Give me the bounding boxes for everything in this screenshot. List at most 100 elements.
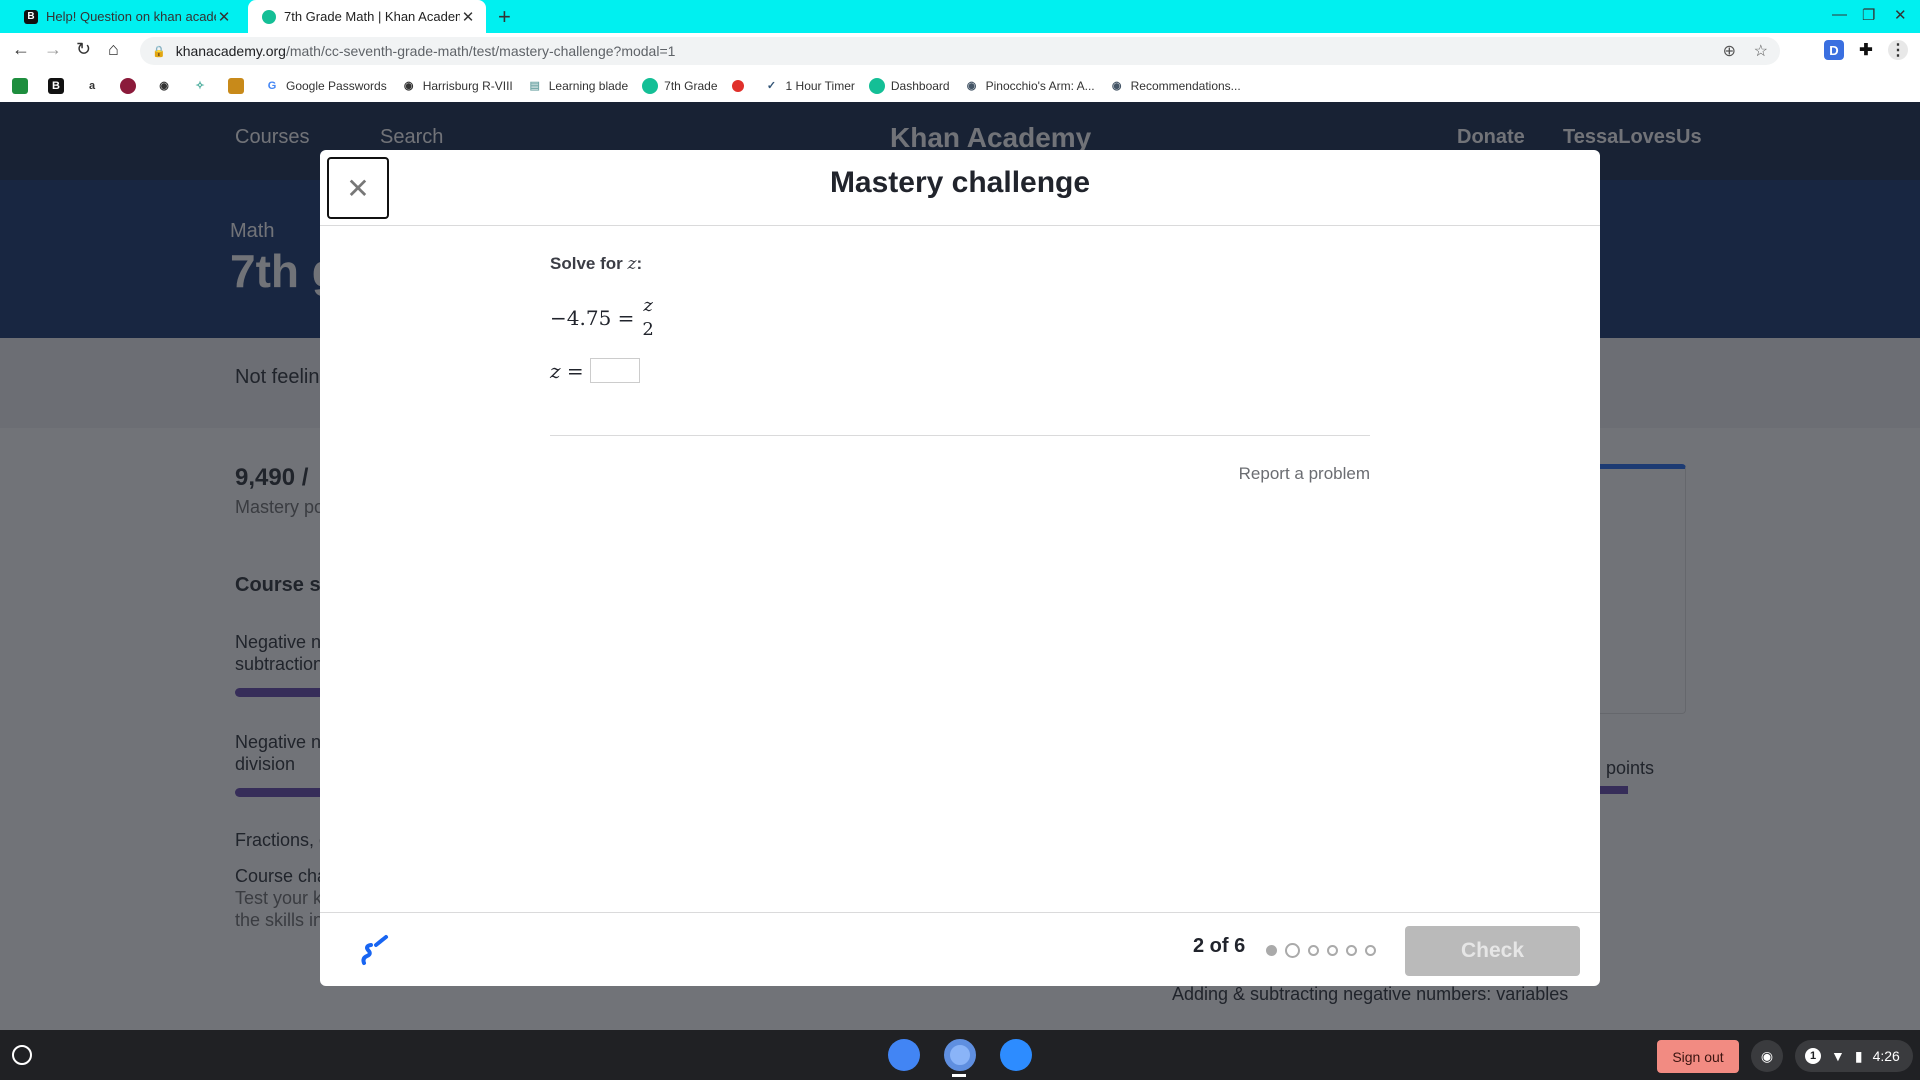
globe-icon: ◉ [159, 80, 169, 92]
paw-icon [228, 77, 244, 94]
bookmark-label: 7th Grade [664, 78, 718, 93]
os-taskbar: Sign out ◉ 1 ▼ ▮ 4:26 [0, 1030, 1920, 1080]
gallery-icon[interactable] [888, 1039, 920, 1071]
bookmark[interactable]: ◉ [156, 78, 178, 94]
bookmark-dashboard[interactable]: Dashboard [868, 77, 950, 94]
bookmark-timer[interactable]: ✓ 1 Hour Timer [764, 78, 855, 94]
bookmark[interactable] [731, 79, 750, 92]
scratchpad-button[interactable] [358, 933, 394, 974]
avatar-icon [120, 77, 136, 94]
progress-dot [1327, 945, 1338, 956]
zoom-icon[interactable]: ⊕ [1723, 41, 1736, 61]
status-tray[interactable]: 1 ▼ ▮ 4:26 [1795, 1040, 1913, 1072]
clock: 4:26 [1872, 1048, 1900, 1064]
brainly-icon: B [24, 9, 38, 24]
divider [550, 435, 1370, 436]
report-problem-link[interactable]: Report a problem [550, 464, 1370, 484]
minimize-icon[interactable]: — [1832, 6, 1847, 23]
bookmark-google-passwords[interactable]: G Google Passwords [264, 78, 387, 94]
answer-row: z = [550, 358, 1370, 383]
khan-academy-icon [642, 77, 659, 94]
bookmark-label: Learning blade [548, 78, 629, 93]
bookmark-pinocchio[interactable]: ◉ Pinocchio's Arm: A... [964, 78, 1095, 94]
close-tab-icon[interactable]: ✕ [216, 8, 232, 26]
url-host: khanacademy.org [175, 43, 286, 59]
answer-label: z = [550, 358, 584, 383]
khan-academy-icon [868, 77, 885, 94]
bookmark[interactable]: ✧ [192, 78, 214, 94]
prompt-text: Solve for [550, 254, 628, 273]
extension-d-icon[interactable]: D [1824, 40, 1844, 60]
modal-header: ✕ Mastery challenge [320, 150, 1600, 226]
amazon-icon: a [88, 79, 96, 92]
question-area: Solve for z: −4.75 = z 2 z = Report a pr… [550, 226, 1370, 484]
bookmark-recommendations[interactable]: ◉ Recommendations... [1109, 78, 1241, 94]
zoom-icon[interactable] [1000, 1039, 1032, 1071]
reload-icon[interactable]: ↻ [76, 39, 91, 60]
scratchpad-pencil-icon [361, 935, 388, 965]
close-tab-icon[interactable]: ✕ [460, 8, 476, 26]
notification-badge: 1 [1805, 1048, 1821, 1064]
chrome-icon[interactable] [944, 1039, 976, 1071]
fraction-numerator: z [643, 295, 653, 316]
bookmark[interactable]: B [48, 77, 70, 94]
progress-dots [1266, 943, 1376, 958]
forward-icon[interactable]: → [44, 39, 62, 60]
launcher-icon[interactable] [12, 1045, 32, 1065]
bookmark-label: Recommendations... [1130, 78, 1241, 93]
answer-input[interactable] [589, 358, 640, 383]
document-icon: ▤ [529, 80, 540, 92]
sparkle-icon: ✧ [195, 80, 205, 92]
equation-lhs: −4.75 = [550, 306, 635, 330]
extensions-puzzle-icon[interactable]: ✚ [1856, 40, 1876, 60]
modal-footer: 2 of 6 Check [320, 912, 1600, 986]
google-icon: G [267, 79, 277, 92]
bookmark[interactable] [12, 77, 34, 94]
bookmark-7th-grade[interactable]: 7th Grade [642, 77, 718, 94]
new-tab-button[interactable]: + [498, 4, 511, 30]
timer-icon: ✓ [766, 80, 777, 92]
globe-icon: ◉ [1111, 80, 1122, 92]
tab-brainly[interactable]: B Help! Question on khan academy ✕ [10, 0, 242, 33]
bookmark[interactable]: a [84, 78, 106, 94]
audio-icon: ◉ [1760, 1047, 1774, 1064]
equation: −4.75 = z 2 [550, 294, 1370, 342]
prompt-colon: : [636, 254, 643, 273]
bookmark[interactable] [228, 77, 250, 94]
tab-khan-academy[interactable]: 7th Grade Math | Khan Academy ✕ [248, 0, 486, 33]
url-path: /math/cc-seventh-grade-math/test/mastery… [285, 43, 676, 59]
back-icon[interactable]: ← [12, 39, 30, 60]
bookmark-learning-blade[interactable]: ▤ Learning blade [527, 78, 629, 94]
progress-dot [1266, 945, 1277, 956]
progress-dot [1285, 943, 1300, 958]
active-app-indicator [952, 1074, 966, 1077]
sign-out-button[interactable]: Sign out [1657, 1040, 1739, 1073]
progress-dot [1365, 945, 1376, 956]
check-button[interactable]: Check [1405, 926, 1580, 976]
tab-strip: B Help! Question on khan academy ✕ 7th G… [0, 0, 1920, 33]
battery-icon: ▮ [1854, 1047, 1863, 1064]
close-window-icon[interactable]: ✕ [1894, 6, 1907, 24]
tab-title: 7th Grade Math | Khan Academy [284, 9, 460, 24]
red-dot-icon [731, 79, 744, 92]
menu-kebab-icon[interactable]: ⋮ [1888, 40, 1908, 60]
mastery-challenge-modal: ✕ Mastery challenge Solve for z: −4.75 =… [320, 150, 1600, 986]
bookmarks-bar: B a ◉ ✧ G Google Passwords ◉ Harrisburg R-… [0, 69, 1920, 102]
fraction: z 2 [642, 294, 653, 342]
bookmark-harrisburg[interactable]: ◉ Harrisburg R-VIII [401, 78, 513, 94]
bookmark-label: Google Passwords [286, 78, 387, 93]
home-icon[interactable]: ⌂ [108, 39, 119, 60]
progress-dot [1346, 945, 1357, 956]
modal-title: Mastery challenge [829, 166, 1091, 199]
bookmark[interactable] [120, 77, 142, 94]
fraction-denominator: 2 [642, 319, 654, 340]
globe-icon: ◉ [966, 80, 977, 92]
address-bar[interactable]: 🔒 khanacademy.org /math/cc-seventh-grade… [140, 37, 1780, 65]
accessibility-tray[interactable]: ◉ [1751, 1040, 1783, 1072]
browser-toolbar: ← → ↻ ⌂ 🔒 khanacademy.org /math/cc-seven… [0, 33, 1920, 69]
question-counter: 2 of 6 [1193, 935, 1246, 957]
bookmark-label: Harrisburg R-VIII [422, 78, 513, 93]
bookmark-star-icon[interactable]: ☆ [1754, 41, 1768, 61]
khan-academy-icon [262, 9, 276, 24]
restore-icon[interactable]: ❐ [1862, 6, 1875, 24]
